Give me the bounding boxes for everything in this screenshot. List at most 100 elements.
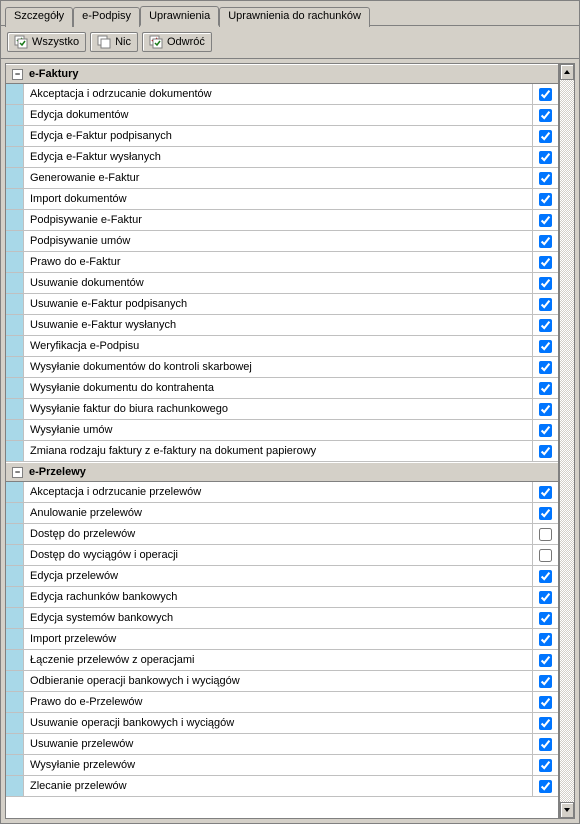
tab-2[interactable]: Uprawnienia [140,6,219,26]
permission-checkbox[interactable] [539,717,552,730]
permission-checkbox[interactable] [539,382,552,395]
permission-checkbox-cell [532,399,558,419]
permission-row: Generowanie e-Faktur [6,168,558,189]
permission-row: Import przelewów [6,629,558,650]
group-header[interactable]: −e-Faktury [6,64,558,84]
collapse-icon[interactable]: − [12,69,23,80]
scroll-track[interactable] [560,80,574,802]
permission-checkbox[interactable] [539,130,552,143]
permission-label: Usuwanie e-Faktur wysłanych [24,319,532,331]
permission-row: Edycja e-Faktur wysłanych [6,147,558,168]
permission-checkbox[interactable] [539,780,552,793]
tab-0[interactable]: Szczegóły [5,7,73,27]
permission-label: Usuwanie przelewów [24,738,532,750]
vertical-scrollbar[interactable] [559,63,575,819]
permission-checkbox[interactable] [539,277,552,290]
tab-3[interactable]: Uprawnienia do rachunków [219,7,370,27]
permission-checkbox[interactable] [539,507,552,520]
permission-checkbox[interactable] [539,445,552,458]
permission-checkbox-cell [532,336,558,356]
invert-button[interactable]: Odwróć [142,32,212,52]
permission-row: Usuwanie operacji bankowych i wyciągów [6,713,558,734]
permission-checkbox-cell [532,482,558,502]
permission-row: Wysyłanie faktur do biura rachunkowego [6,399,558,420]
permission-checkbox[interactable] [539,591,552,604]
permission-checkbox-cell [532,126,558,146]
permission-checkbox-cell [532,524,558,544]
permission-checkbox[interactable] [539,151,552,164]
permission-checkbox[interactable] [539,528,552,541]
permission-checkbox[interactable] [539,424,552,437]
permission-checkbox[interactable] [539,193,552,206]
row-stripe [6,608,24,628]
permission-row: Edycja e-Faktur podpisanych [6,126,558,147]
permission-label: Prawo do e-Przelewów [24,696,532,708]
permission-checkbox[interactable] [539,612,552,625]
permission-label: Edycja e-Faktur podpisanych [24,130,532,142]
permission-checkbox[interactable] [539,172,552,185]
permission-checkbox[interactable] [539,298,552,311]
row-stripe [6,357,24,377]
group-header[interactable]: −e-Przelewy [6,462,558,482]
permission-checkbox[interactable] [539,675,552,688]
permission-checkbox-cell [532,210,558,230]
row-stripe [6,650,24,670]
permission-checkbox-cell [532,315,558,335]
permission-row: Odbieranie operacji bankowych i wyciągów [6,671,558,692]
permission-checkbox-cell [532,168,558,188]
permission-checkbox[interactable] [539,88,552,101]
permission-row: Wysyłanie dokumentu do kontrahenta [6,378,558,399]
select-none-button[interactable]: Nic [90,32,138,52]
permission-checkbox[interactable] [539,486,552,499]
permission-label: Weryfikacja e-Podpisu [24,340,532,352]
permission-checkbox[interactable] [539,738,552,751]
permission-checkbox-cell [532,294,558,314]
permission-checkbox[interactable] [539,633,552,646]
permission-checkbox[interactable] [539,361,552,374]
content-area: −e-FakturyAkceptacja i odrzucanie dokume… [1,59,579,823]
permission-checkbox[interactable] [539,570,552,583]
permission-row: Edycja rachunków bankowych [6,587,558,608]
tab-1[interactable]: e-Podpisy [73,7,140,27]
collapse-icon[interactable]: − [12,467,23,478]
permission-checkbox-cell [532,671,558,691]
permission-checkbox[interactable] [539,549,552,562]
permission-checkbox[interactable] [539,340,552,353]
row-stripe [6,273,24,293]
permission-checkbox[interactable] [539,214,552,227]
permission-checkbox-cell [532,776,558,796]
select-all-button[interactable]: Wszystko [7,32,86,52]
permission-row: Edycja systemów bankowych [6,608,558,629]
permission-checkbox-cell [532,755,558,775]
permission-checkbox[interactable] [539,319,552,332]
permission-checkbox-cell [532,713,558,733]
row-stripe [6,210,24,230]
permission-checkbox-cell [532,441,558,461]
permission-label: Anulowanie przelewów [24,507,532,519]
permission-row: Zmiana rodzaju faktury z e-faktury na do… [6,441,558,462]
permission-checkbox-cell [532,587,558,607]
invert-label: Odwróć [167,36,205,48]
permission-checkbox[interactable] [539,403,552,416]
permission-checkbox-cell [532,189,558,209]
row-stripe [6,545,24,565]
row-stripe [6,315,24,335]
permission-checkbox[interactable] [539,654,552,667]
permission-checkbox[interactable] [539,759,552,772]
permission-row: Usuwanie przelewów [6,734,558,755]
permission-checkbox[interactable] [539,235,552,248]
permission-checkbox[interactable] [539,256,552,269]
permission-row: Podpisywanie e-Faktur [6,210,558,231]
permission-label: Wysyłanie dokumentów do kontroli skarbow… [24,361,532,373]
permission-checkbox[interactable] [539,696,552,709]
permission-row: Dostęp do przelewów [6,524,558,545]
permission-label: Edycja rachunków bankowych [24,591,532,603]
permission-label: Edycja e-Faktur wysłanych [24,151,532,163]
permission-row: Zlecanie przelewów [6,776,558,797]
permission-row: Prawo do e-Przelewów [6,692,558,713]
permission-row: Import dokumentów [6,189,558,210]
scroll-up-button[interactable] [560,64,574,80]
permission-label: Odbieranie operacji bankowych i wyciągów [24,675,532,687]
permission-checkbox[interactable] [539,109,552,122]
scroll-down-button[interactable] [560,802,574,818]
